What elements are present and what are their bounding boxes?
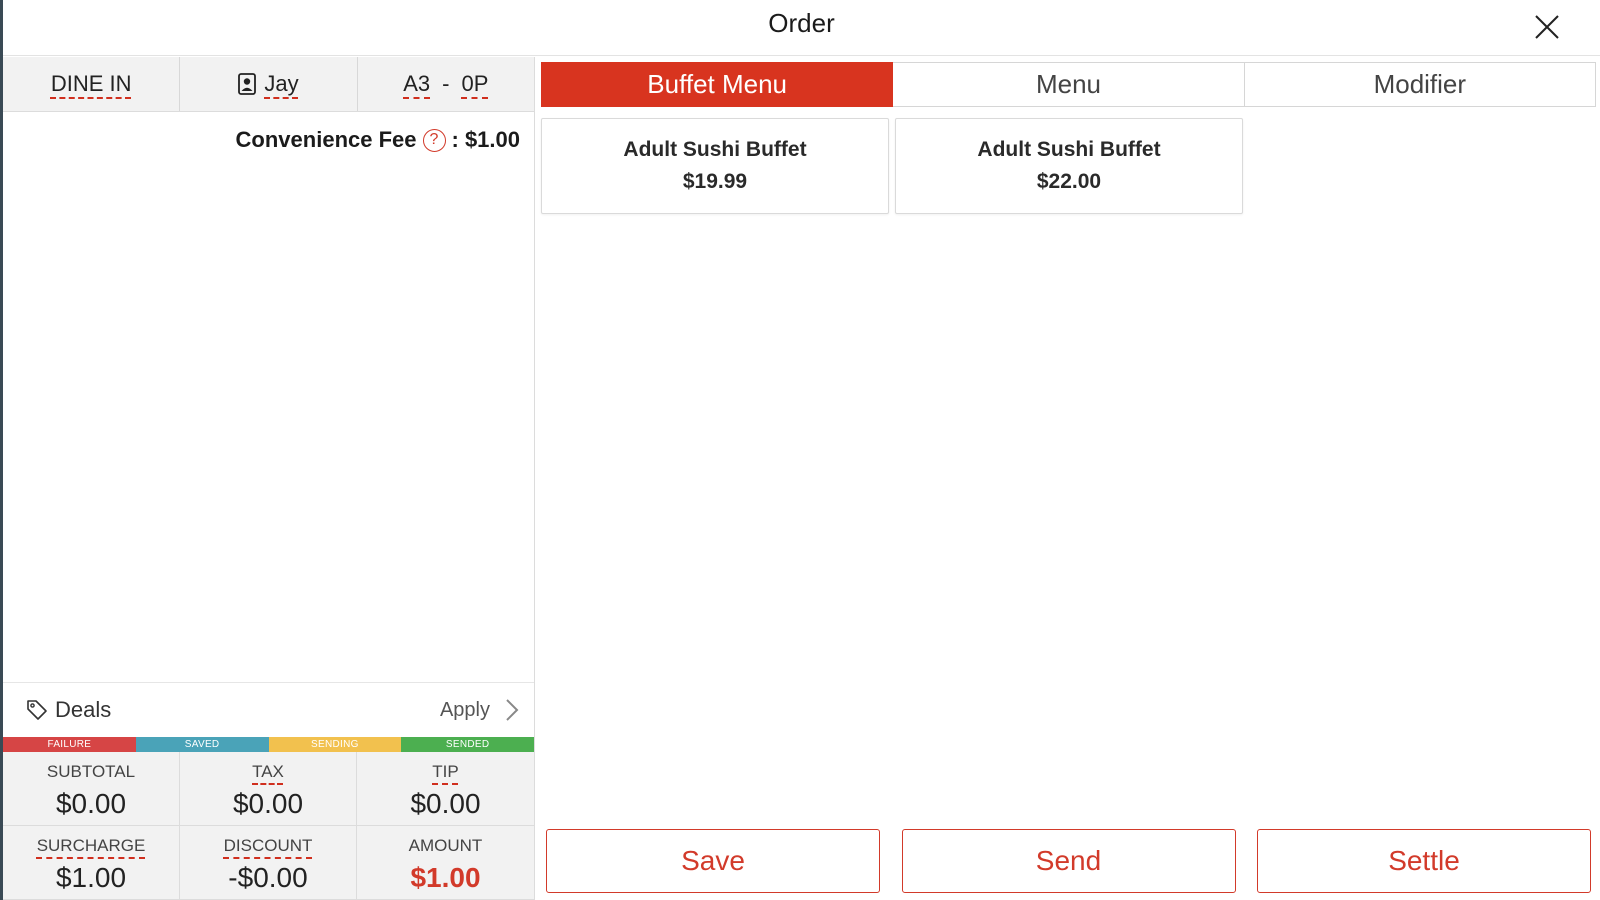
amount-cell: AMOUNT $1.00 — [357, 826, 534, 900]
surcharge-label: SURCHARGE — [36, 836, 146, 855]
menu-panel: Buffet Menu Menu Modifier Adult Sushi Bu… — [536, 57, 1600, 900]
table-separator: - — [442, 71, 450, 96]
tip-value: $0.00 — [410, 788, 481, 819]
convenience-fee-label: Convenience Fee — [235, 127, 417, 152]
tax-value: $0.00 — [232, 788, 304, 819]
status-sending: SENDING — [268, 737, 402, 752]
status-failure: FAILURE — [3, 737, 136, 752]
deals-label-group: Deals — [25, 697, 111, 723]
menu-items-grid: Adult Sushi Buffet $19.99 Adult Sushi Bu… — [541, 118, 1243, 214]
page-title: Order — [768, 8, 835, 38]
person-badge-icon — [238, 73, 257, 95]
order-type-selector[interactable]: DINE IN — [3, 57, 181, 111]
tag-icon — [27, 700, 47, 720]
amount-value: $1.00 — [410, 862, 481, 893]
chevron-right-icon — [506, 699, 519, 721]
discount-label: DISCOUNT — [223, 836, 313, 855]
close-button[interactable] — [1532, 12, 1562, 42]
menu-item-name: Adult Sushi Buffet — [977, 138, 1161, 161]
deals-label: Deals — [55, 697, 112, 722]
order-screen: Order DINE IN Jay A3 - 0P Convenience Fe… — [0, 0, 1600, 900]
tip-cell[interactable]: TIP $0.00 — [357, 752, 534, 826]
amount-label: AMOUNT — [408, 836, 483, 855]
order-type-label: DINE IN — [50, 71, 132, 96]
apply-label: Apply — [439, 698, 490, 721]
subtotal-value: $0.00 — [55, 788, 127, 819]
table-number: A3 — [403, 71, 431, 96]
totals-grid: SUBTOTAL $0.00 TAX $0.00 TIP $0.00 SURCH… — [3, 752, 534, 900]
tax-cell[interactable]: TAX $0.00 — [180, 752, 357, 826]
tax-label: TAX — [252, 762, 284, 781]
menu-item-card[interactable]: Adult Sushi Buffet $19.99 — [541, 118, 889, 214]
status-legend: FAILURE SAVED SENDING SENDED — [3, 737, 534, 752]
order-summary-panel: DINE IN Jay A3 - 0P Convenience Fee ? : … — [3, 57, 535, 900]
menu-item-price: $19.99 — [682, 170, 748, 193]
status-saved: SAVED — [135, 737, 269, 752]
convenience-fee-row: Convenience Fee ? : $1.00 — [236, 127, 520, 153]
settle-button[interactable]: Settle — [1257, 829, 1591, 893]
order-actions: Save Send Settle — [546, 829, 1591, 893]
menu-item-name: Adult Sushi Buffet — [623, 138, 807, 161]
table-selector[interactable]: A3 - 0P — [358, 57, 534, 111]
tab-modifier[interactable]: Modifier — [1244, 62, 1596, 107]
order-info-bar: DINE IN Jay A3 - 0P — [3, 57, 534, 112]
guest-count: 0P — [461, 71, 489, 96]
send-button[interactable]: Send — [901, 829, 1236, 893]
menu-tabs: Buffet Menu Menu Modifier — [541, 62, 1596, 107]
menu-item-card[interactable]: Adult Sushi Buffet $22.00 — [895, 118, 1243, 214]
subtotal-label: SUBTOTAL — [46, 762, 136, 781]
convenience-fee-value: : $1.00 — [451, 127, 521, 152]
tab-buffet-menu[interactable]: Buffet Menu — [541, 62, 894, 107]
menu-item-price: $22.00 — [1036, 170, 1102, 193]
server-name: Jay — [264, 71, 299, 96]
tab-menu[interactable]: Menu — [893, 62, 1245, 107]
surcharge-value: $1.00 — [55, 862, 127, 893]
close-icon — [1535, 15, 1559, 39]
status-sended: SENDED — [401, 737, 534, 752]
apply-deals-button[interactable]: Apply — [440, 697, 520, 723]
surcharge-cell[interactable]: SURCHARGE $1.00 — [3, 826, 180, 900]
save-button[interactable]: Save — [546, 829, 880, 893]
help-icon[interactable]: ? — [422, 128, 446, 152]
subtotal-cell: SUBTOTAL $0.00 — [3, 752, 180, 826]
order-header: Order — [3, 0, 1600, 56]
server-selector[interactable]: Jay — [180, 57, 358, 111]
deals-row[interactable]: Deals Apply — [3, 682, 534, 737]
discount-value: -$0.00 — [228, 862, 308, 893]
discount-cell[interactable]: DISCOUNT -$0.00 — [180, 826, 357, 900]
tip-label: TIP — [432, 762, 459, 781]
